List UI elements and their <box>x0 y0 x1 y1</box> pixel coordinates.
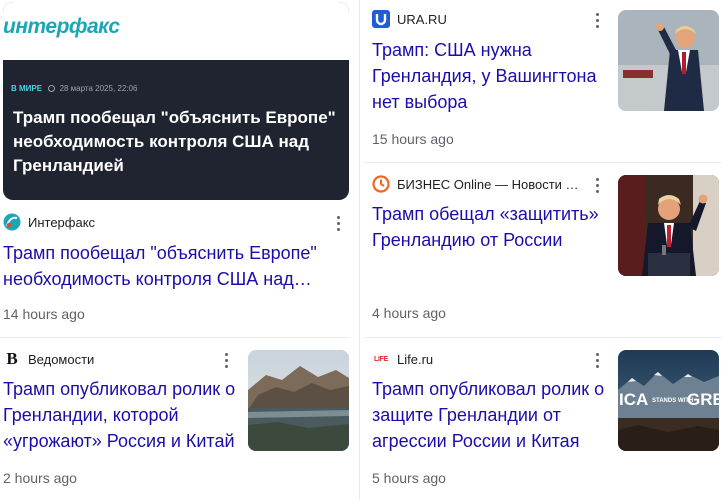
separator <box>364 162 721 163</box>
stands-with-greenland-image[interactable]: ICA STANDS WITH GREEN <box>618 350 719 451</box>
article-source: Интерфакс <box>3 213 95 231</box>
article-time: 2 hours ago <box>3 470 77 486</box>
source-name: Life.ru <box>397 351 434 367</box>
article-title[interactable]: Трамп опубликовал ролик о защите Гренлан… <box>372 376 608 454</box>
separator <box>364 337 721 338</box>
more-options-icon[interactable] <box>588 175 606 195</box>
thumbnail-text-right: GREEN <box>687 390 719 409</box>
business-online-icon <box>372 175 390 193</box>
hero-image[interactable]: интерфакс В МИРЕ 28 марта 2025, 22:06 Тр… <box>3 2 349 200</box>
more-options-icon[interactable] <box>588 10 606 30</box>
source-name: URA.RU <box>397 11 447 27</box>
column-divider <box>359 0 360 500</box>
separator <box>0 337 350 338</box>
hero-meta: В МИРЕ 28 марта 2025, 22:06 <box>11 84 137 93</box>
article-card-life[interactable]: LIFE Life.ru Трамп опубликовал ролик о з… <box>364 340 721 500</box>
source-name: Ведомости <box>28 351 95 367</box>
hero-logo-band: интерфакс <box>3 2 349 60</box>
article-source: БИЗНЕС Online — Новости … <box>372 175 579 193</box>
clock-icon <box>48 85 56 92</box>
more-options-icon[interactable] <box>329 213 347 233</box>
article-source: LIFE Life.ru <box>372 350 433 368</box>
article-title[interactable]: Трамп: США нужна Гренландия, у Вашингтон… <box>372 37 608 115</box>
thumbnail-text-left: ICA <box>619 390 648 409</box>
article-card-vedomosti[interactable]: B Ведомости Трамп опубликовал ролик о Гр… <box>0 340 350 500</box>
hero-date: 28 марта 2025, 22:06 <box>59 84 138 93</box>
article-card-interfax[interactable]: Интерфакс Трамп пообещал "объяснить Евро… <box>0 200 350 332</box>
article-title[interactable]: Трамп пообещал "объяснить Европе" необхо… <box>3 240 333 292</box>
article-source: URA.RU <box>372 10 447 28</box>
life-icon: LIFE <box>374 355 388 363</box>
greenland-landscape-image[interactable] <box>248 350 349 451</box>
ura-icon <box>372 10 390 28</box>
article-time: 14 hours ago <box>3 306 85 322</box>
more-options-icon[interactable] <box>217 350 235 370</box>
article-card-business-online[interactable]: БИЗНЕС Online — Новости … Трамп обещал «… <box>364 165 721 335</box>
more-options-icon[interactable] <box>588 350 606 370</box>
source-name: БИЗНЕС Online — Новости … <box>397 176 579 192</box>
article-title[interactable]: Трамп опубликовал ролик о Гренландии, ко… <box>3 376 239 454</box>
hero-headline: Трамп пообещал "объяснить Европе" необхо… <box>13 108 336 175</box>
hero-category: В МИРЕ <box>11 84 43 93</box>
article-time: 15 hours ago <box>372 131 454 147</box>
trump-podium-image[interactable] <box>618 175 719 276</box>
left-column: интерфакс В МИРЕ 28 марта 2025, 22:06 Тр… <box>0 0 350 500</box>
interfax-icon <box>3 213 21 231</box>
article-card-ura[interactable]: URA.RU Трамп: США нужна Гренландия, у Ва… <box>364 0 721 160</box>
article-time: 4 hours ago <box>372 305 446 321</box>
article-time: 5 hours ago <box>372 470 446 486</box>
interfax-logo: интерфакс <box>3 15 120 38</box>
source-name: Интерфакс <box>28 214 96 230</box>
article-title[interactable]: Трамп обещал «защитить» Гренландию от Ро… <box>372 201 608 253</box>
article-source: B Ведомости <box>3 350 94 368</box>
vedomosti-icon: B <box>6 349 18 368</box>
trump-walking-image[interactable] <box>618 10 719 111</box>
right-column: URA.RU Трамп: США нужна Гренландия, у Ва… <box>364 0 721 500</box>
